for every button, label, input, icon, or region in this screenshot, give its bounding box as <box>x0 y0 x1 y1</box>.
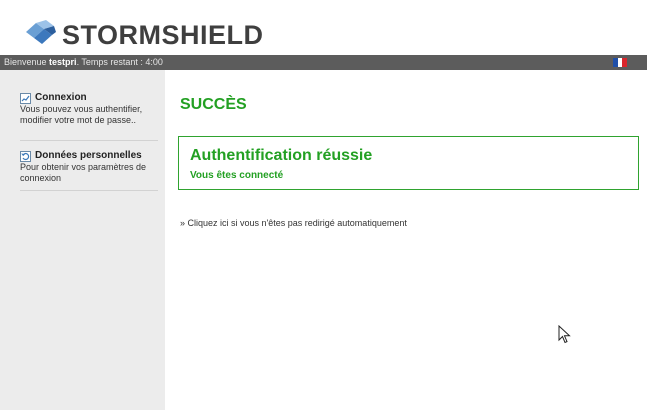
mouse-pointer-icon <box>558 325 571 344</box>
username: testpri <box>49 57 77 67</box>
status-bar: Bienvenue testpri. Temps restant : 4:00 <box>0 55 647 70</box>
sidebar-item-donnees-personnelles[interactable]: Données personnelles Pour obtenir vos pa… <box>20 150 158 191</box>
sidebar-item-label: Connexion <box>35 92 87 103</box>
sidebar-item-connexion[interactable]: Connexion Vous pouvez vous authentifier,… <box>20 92 158 141</box>
header: STORMSHIELD <box>0 0 647 55</box>
brand-name: STORMSHIELD <box>62 20 264 50</box>
sidebar-item-label: Données personnelles <box>35 150 142 161</box>
french-flag-icon[interactable] <box>613 58 628 67</box>
success-message-box: Authentification réussie Vous êtes conne… <box>178 136 639 190</box>
sidebar-item-description: Vous pouvez vous authentifier, modifier … <box>20 104 143 125</box>
sidebar: Connexion Vous pouvez vous authentifier,… <box>0 70 165 410</box>
refresh-icon <box>20 150 31 162</box>
success-message-subtitle: Vous êtes connecté <box>190 170 284 181</box>
welcome-text: Bienvenue <box>4 57 50 67</box>
stormshield-logo-icon <box>26 20 56 44</box>
remaining-time: . Temps restant : 4:00 <box>76 57 163 67</box>
sidebar-item-description: Pour obtenir vos paramètres de connexion <box>20 162 147 183</box>
page-title: SUCCÈS <box>180 96 247 113</box>
chart-icon <box>20 92 31 104</box>
success-message-title: Authentification réussie <box>190 147 373 164</box>
redirect-link[interactable]: » Cliquez ici si vous n'êtes pas redirig… <box>180 217 407 229</box>
